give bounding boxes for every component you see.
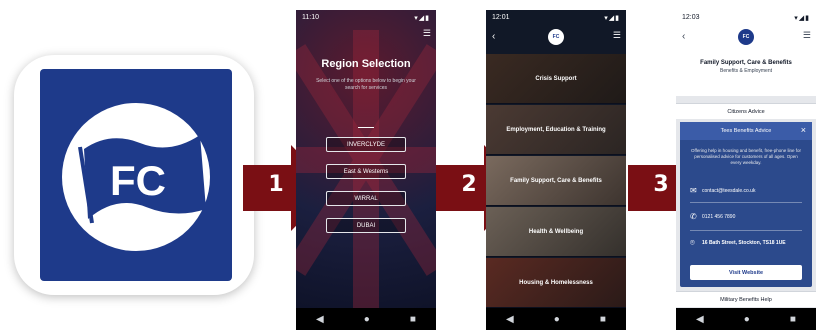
home-nav-icon[interactable]: ● bbox=[744, 314, 750, 325]
visit-website-button[interactable]: Visit Website bbox=[690, 265, 802, 280]
map-pin-icon: ⌾ bbox=[690, 238, 695, 247]
category-housing[interactable]: Housing & Homelessness bbox=[486, 258, 626, 308]
region-button-inverclyde[interactable]: INVERCLYDE bbox=[326, 137, 406, 152]
close-icon[interactable]: × bbox=[801, 125, 806, 135]
home-nav-icon[interactable]: ● bbox=[554, 314, 560, 325]
divider bbox=[358, 127, 374, 128]
email-text: contact@teesdale.co.uk bbox=[702, 187, 756, 194]
app-icon-background: FC bbox=[40, 69, 232, 281]
modal-description: Offering help in housing and benefit, fr… bbox=[691, 148, 801, 165]
service-row[interactable]: Citizens Advice bbox=[676, 103, 816, 119]
signal-battery-icon: ▾◢▮ bbox=[794, 15, 810, 22]
phone-icon: ✆ bbox=[690, 212, 697, 221]
email-contact[interactable]: ✉ contact@teesdale.co.uk bbox=[690, 186, 806, 195]
back-nav-icon[interactable]: ◀ bbox=[696, 314, 704, 325]
logo-icon: FC bbox=[548, 29, 564, 45]
category-family-support[interactable]: Family Support, Care & Benefits bbox=[486, 156, 626, 206]
phone-region-selection: 11:10 ▾◢▮ ☰ Region Selection Select one … bbox=[296, 10, 436, 330]
region-button-dubai[interactable]: DUBAI bbox=[326, 218, 406, 233]
android-nav-bar: ◀ ● ■ bbox=[296, 308, 436, 330]
back-nav-icon[interactable]: ◀ bbox=[316, 314, 324, 325]
divider bbox=[690, 202, 802, 203]
category-health[interactable]: Health & Wellbeing bbox=[486, 207, 626, 257]
category-crisis-support[interactable]: Crisis Support bbox=[486, 54, 626, 104]
home-nav-icon[interactable]: ● bbox=[364, 314, 370, 325]
back-nav-icon[interactable]: ◀ bbox=[506, 314, 514, 325]
region-button-wirral[interactable]: WIRRAL bbox=[326, 191, 406, 206]
back-arrow-icon[interactable]: ‹ bbox=[682, 31, 685, 42]
status-time: 11:10 bbox=[302, 14, 319, 21]
recents-nav-icon[interactable]: ■ bbox=[600, 314, 606, 325]
logo-icon: FC bbox=[738, 29, 754, 45]
android-nav-bar: ◀ ● ■ bbox=[486, 308, 626, 330]
phone-text: 0121 456 7890 bbox=[702, 213, 736, 220]
category-title: Family Support, Care & Benefits bbox=[700, 60, 792, 66]
back-arrow-icon[interactable]: ‹ bbox=[492, 31, 495, 42]
category-subtitle: Benefits & Employment bbox=[720, 68, 772, 74]
status-bar: 12:01 ▾◢▮ bbox=[486, 10, 626, 26]
app-icon-label: FC bbox=[110, 157, 166, 204]
region-button-east-westerns[interactable]: East & Westerns bbox=[326, 164, 406, 179]
status-time: 12:01 bbox=[492, 14, 510, 21]
address-contact[interactable]: ⌾ 16 Bath Street, Stockton, TS18 1UE bbox=[690, 238, 806, 248]
page-title: Region Selection bbox=[321, 58, 411, 70]
app-header: ‹ FC ☰ bbox=[486, 26, 626, 50]
phone-service-detail: 12:03 ▾◢▮ ‹ FC ☰ Family Support, Care & … bbox=[676, 10, 816, 330]
category-employment[interactable]: Employment, Education & Training bbox=[486, 105, 626, 155]
signal-battery-icon: ▾◢▮ bbox=[604, 15, 620, 22]
menu-icon[interactable]: ☰ bbox=[613, 30, 621, 41]
menu-icon[interactable]: ☰ bbox=[803, 30, 811, 41]
app-icon[interactable]: FC bbox=[14, 55, 254, 295]
recents-nav-icon[interactable]: ■ bbox=[790, 314, 796, 325]
app-header: ‹ FC ☰ bbox=[676, 26, 816, 50]
android-nav-bar: ◀ ● ■ bbox=[676, 308, 816, 330]
step-number: 3 bbox=[653, 172, 669, 197]
email-icon: ✉ bbox=[690, 186, 697, 195]
address-text: 16 Bath Street, Stockton, TS18 1UE bbox=[702, 240, 786, 246]
status-time: 12:03 bbox=[682, 14, 700, 21]
page-subtitle: Select one of the options below to begin… bbox=[316, 78, 416, 91]
phone-contact[interactable]: ✆ 0121 456 7890 bbox=[690, 212, 806, 221]
status-bar: 11:10 ▾◢▮ bbox=[296, 10, 436, 26]
phone-category-list: 12:01 ▾◢▮ ‹ FC ☰ Crisis Support Employme… bbox=[486, 10, 626, 330]
status-bar: 12:03 ▾◢▮ bbox=[676, 10, 816, 26]
service-detail-modal: Tees Benefits Advice × Offering help in … bbox=[680, 122, 812, 287]
signal-battery-icon: ▾◢▮ bbox=[414, 15, 430, 22]
category-header: Family Support, Care & Benefits Benefits… bbox=[676, 50, 816, 96]
divider bbox=[690, 230, 802, 231]
recents-nav-icon[interactable]: ■ bbox=[410, 314, 416, 325]
step-number: 1 bbox=[268, 172, 284, 197]
menu-icon[interactable]: ☰ bbox=[423, 28, 431, 39]
modal-title: Tees Benefits Advice bbox=[680, 122, 812, 140]
service-row[interactable]: Military Benefits Help bbox=[676, 291, 816, 307]
step-number: 2 bbox=[461, 172, 477, 197]
